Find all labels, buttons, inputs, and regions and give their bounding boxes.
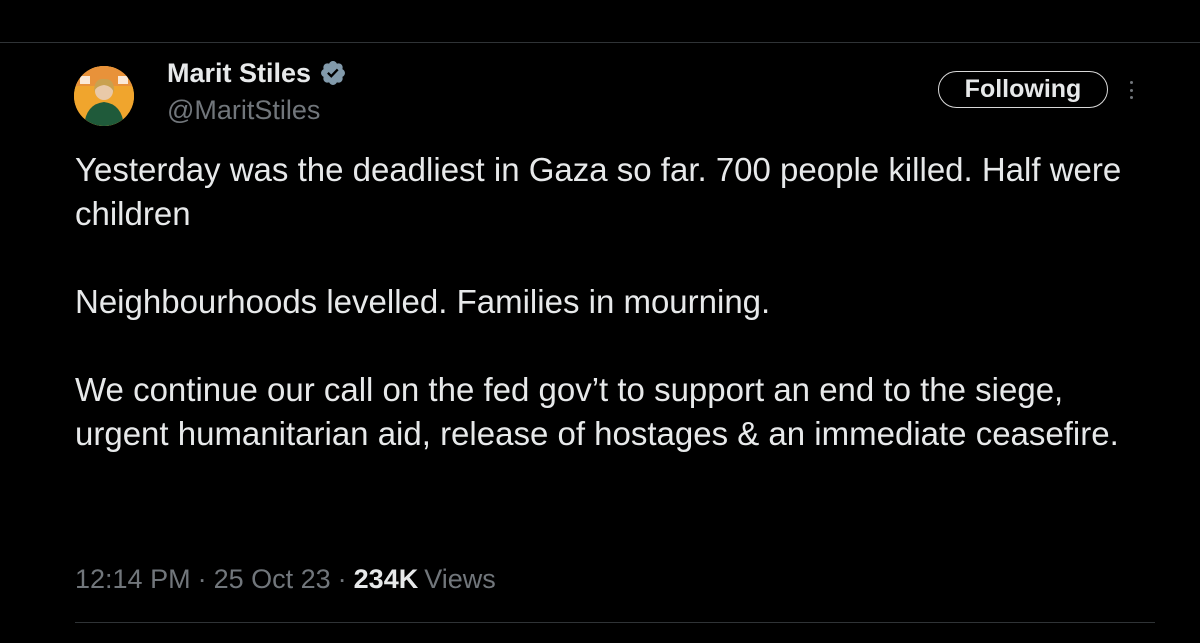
- bottom-divider: [75, 622, 1155, 623]
- author-handle[interactable]: @MaritStiles: [167, 95, 320, 126]
- avatar[interactable]: [74, 66, 134, 126]
- meta-separator: ·: [337, 564, 347, 594]
- following-button[interactable]: Following: [938, 71, 1108, 108]
- verified-badge-icon: [319, 59, 347, 87]
- avatar-image: [74, 66, 134, 126]
- tweet-time[interactable]: 12:14 PM: [75, 564, 191, 595]
- tweet-metadata: 12:14 PM · 25 Oct 23 · 234K Views: [75, 564, 496, 595]
- tweet-text: Yesterday was the deadliest in Gaza so f…: [75, 148, 1155, 456]
- tweet-paragraph: We continue our call on the fed gov’t to…: [75, 371, 1119, 452]
- views-count: 234K: [353, 564, 419, 594]
- more-options-icon[interactable]: [1122, 78, 1140, 102]
- meta-separator: ·: [197, 564, 207, 594]
- tweet-date[interactable]: 25 Oct 23: [214, 564, 331, 595]
- author-name-row: Marit Stiles: [167, 56, 347, 90]
- top-divider: [0, 42, 1200, 43]
- tweet-paragraph: Yesterday was the deadliest in Gaza so f…: [75, 151, 1122, 232]
- views-label: Views: [424, 564, 496, 594]
- tweet-paragraph: Neighbourhoods levelled. Families in mou…: [75, 283, 771, 320]
- author-name[interactable]: Marit Stiles: [167, 58, 311, 89]
